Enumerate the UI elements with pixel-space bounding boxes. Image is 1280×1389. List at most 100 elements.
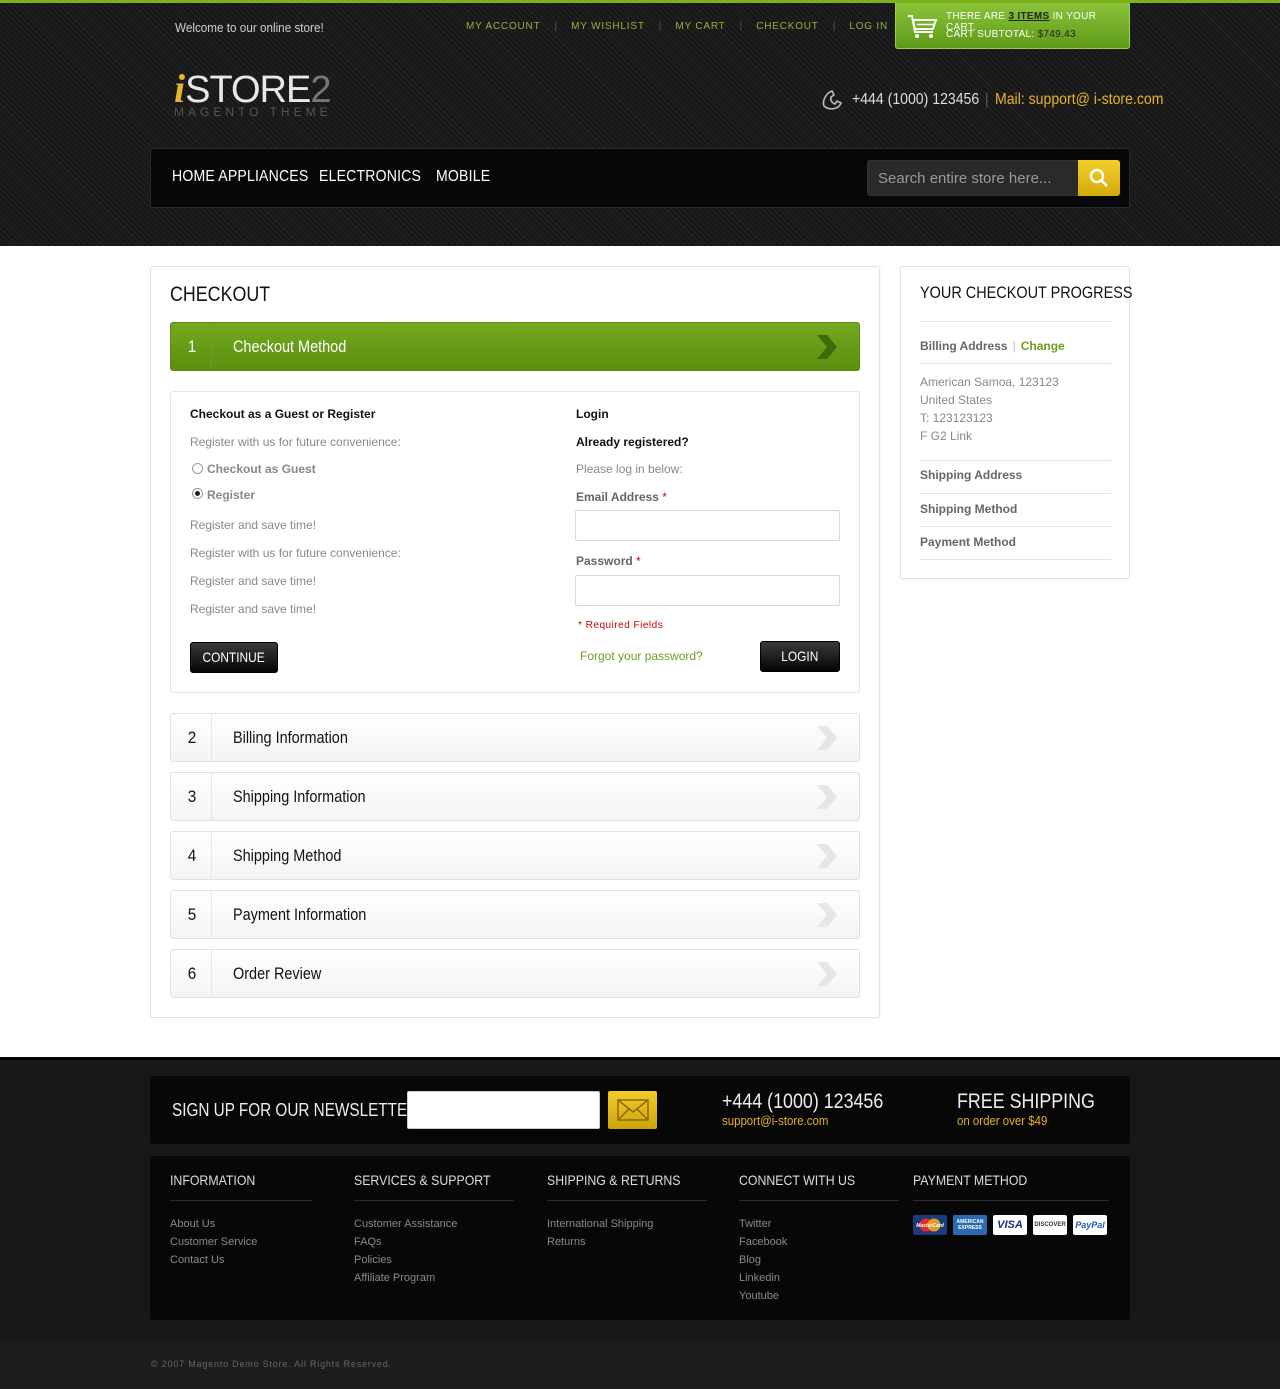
footer-link[interactable]: Linkedin <box>739 1269 899 1287</box>
progress-shipping-address: Shipping Address <box>920 468 1023 482</box>
divider <box>354 1200 514 1201</box>
password-field[interactable] <box>575 575 840 606</box>
guest-note: Register and save time! <box>190 602 317 616</box>
nav-mobile[interactable]: MOBILE <box>436 168 490 186</box>
checkout-link[interactable]: CHECKOUT <box>756 21 819 32</box>
cart-subtotal: CART SUBTOTAL: $749.43 <box>946 29 1076 40</box>
footer-link[interactable]: FAQs <box>354 1233 514 1251</box>
password-label: Password * <box>576 554 641 568</box>
basket-icon <box>908 15 938 38</box>
divider: | <box>554 21 558 32</box>
email-field[interactable] <box>575 510 840 541</box>
chevron-right-icon <box>817 903 837 927</box>
footer-column-connect: CONNECT WITH US Twitter Facebook Blog Li… <box>739 1172 899 1305</box>
footer-link[interactable]: Youtube <box>739 1287 899 1305</box>
register-radio-label[interactable]: Register <box>207 488 255 502</box>
chevron-right-icon <box>817 785 837 809</box>
cart-items-count[interactable]: 3 ITEMS <box>1008 11 1049 22</box>
guest-heading: Checkout as a Guest or Register <box>190 407 376 421</box>
footer-phone: +444 (1000) 123456 <box>722 1090 884 1113</box>
divider: | <box>739 21 743 32</box>
footer-link[interactable]: International Shipping <box>547 1215 707 1233</box>
header-phone: +444 (1000) 123456 <box>852 91 980 108</box>
my-account-link[interactable]: MY ACCOUNT <box>466 21 541 32</box>
footer-link[interactable]: Blog <box>739 1251 899 1269</box>
phone-icon <box>822 90 842 110</box>
free-shipping-title: FREE SHIPPING <box>957 1090 1095 1113</box>
divider <box>913 1200 1109 1201</box>
footer-link[interactable]: Policies <box>354 1251 514 1269</box>
newsletter-subscribe-button[interactable] <box>608 1091 657 1129</box>
chevron-right-icon <box>817 335 837 359</box>
progress-shipping-method: Shipping Method <box>920 502 1018 516</box>
footer-link[interactable]: Twitter <box>739 1215 899 1233</box>
site-footer: SIGN UP FOR OUR NEWSLETTER +444 (1000) 1… <box>0 1057 1280 1340</box>
guest-note: Register with us for future convenience: <box>190 546 401 560</box>
footer-link[interactable]: About Us <box>170 1215 312 1233</box>
step-order-review[interactable]: 6 Order Review <box>170 949 860 998</box>
guest-note: Register and save time! <box>190 518 317 532</box>
divider <box>739 1200 899 1201</box>
paypal-icon: PayPal <box>1073 1215 1107 1235</box>
guest-radio[interactable] <box>192 463 203 474</box>
continue-button[interactable]: CONTINUE <box>190 642 278 673</box>
mini-cart[interactable]: THERE ARE 3 ITEMS IN YOUR CART. CART SUB… <box>895 3 1130 49</box>
divider <box>920 493 1111 494</box>
login-intro: Please log in below: <box>576 462 683 476</box>
visa-icon: VISA <box>993 1215 1027 1235</box>
copyright-bar: © 2007 Magento Demo Store. All Rights Re… <box>0 1340 1280 1389</box>
page-title: CHECKOUT <box>170 283 271 306</box>
footer-link[interactable]: Contact Us <box>170 1251 312 1269</box>
logo-tagline: MAGENTO THEME <box>174 105 332 119</box>
top-links: MY ACCOUNT | MY WISHLIST | MY CART | CHE… <box>466 21 888 32</box>
guest-intro: Register with us for future convenience: <box>190 435 401 449</box>
guest-note: Register and save time! <box>190 574 317 588</box>
step-shipping-information[interactable]: 3 Shipping Information <box>170 772 860 821</box>
login-button[interactable]: LOGIN <box>760 641 840 672</box>
my-wishlist-link[interactable]: MY WISHLIST <box>571 21 645 32</box>
chevron-right-icon <box>817 726 837 750</box>
svg-text:MasterCard: MasterCard <box>916 1223 944 1229</box>
main-navigation: HOME APPLIANCES ELECTRONICS MOBILE <box>150 148 1130 208</box>
free-shipping-note: on order over $49 <box>957 1113 1048 1128</box>
footer-link[interactable]: Facebook <box>739 1233 899 1251</box>
forgot-password-link[interactable]: Forgot your password? <box>580 649 703 663</box>
newsletter-email-input[interactable] <box>407 1091 600 1129</box>
guest-radio-label[interactable]: Checkout as Guest <box>207 462 316 476</box>
checkout-method-content: Checkout as a Guest or Register Register… <box>170 391 860 693</box>
footer-link[interactable]: Returns <box>547 1233 707 1251</box>
step-billing-information[interactable]: 2 Billing Information <box>170 713 860 762</box>
site-logo[interactable]: iSTORE2 MAGENTO THEME <box>174 65 331 119</box>
step-shipping-method[interactable]: 4 Shipping Method <box>170 831 860 880</box>
footer-link[interactable]: Customer Service <box>170 1233 312 1251</box>
login-link[interactable]: LOG IN <box>849 21 888 32</box>
email-label: Email Address * <box>576 490 667 504</box>
my-cart-link[interactable]: MY CART <box>675 21 725 32</box>
newsletter-title: SIGN UP FOR OUR NEWSLETTER <box>172 1100 419 1120</box>
checkout-progress: YOUR CHECKOUT PROGRESS Billing Address | C… <box>900 266 1133 579</box>
billing-address: American Samoa, 123123 United States T: … <box>920 375 1059 443</box>
site-header: Welcome to our online store! MY ACCOUNT … <box>0 0 1280 246</box>
search-button[interactable] <box>1078 160 1120 196</box>
footer-column-services: SERVICES & SUPPORT Customer Assistance F… <box>354 1172 514 1287</box>
step-payment-information[interactable]: 5 Payment Information <box>170 890 860 939</box>
search-input[interactable] <box>867 160 1079 196</box>
footer-email[interactable]: support@i-store.com <box>722 1113 828 1128</box>
step-checkout-method[interactable]: 1 Checkout Method <box>170 322 860 371</box>
divider <box>547 1200 707 1201</box>
footer-link[interactable]: Affiliate Program <box>354 1269 514 1287</box>
discover-icon: DISCOVER <box>1033 1215 1067 1235</box>
divider <box>920 526 1111 527</box>
register-radio[interactable] <box>192 488 203 499</box>
divider <box>920 363 1111 364</box>
change-billing-link[interactable]: Change <box>1021 339 1065 353</box>
chevron-right-icon <box>817 962 837 986</box>
header-mail[interactable]: Mail: support@ i-store.com <box>995 91 1163 109</box>
chevron-right-icon <box>817 844 837 868</box>
footer-column-shipping: SHIPPING & RETURNS International Shippin… <box>547 1172 707 1251</box>
nav-home-appliances[interactable]: HOME APPLIANCES <box>172 168 308 186</box>
progress-payment-method: Payment Method <box>920 535 1017 549</box>
footer-link[interactable]: Customer Assistance <box>354 1215 514 1233</box>
nav-electronics[interactable]: ELECTRONICS <box>319 168 421 186</box>
welcome-message: Welcome to our online store! <box>175 20 324 35</box>
